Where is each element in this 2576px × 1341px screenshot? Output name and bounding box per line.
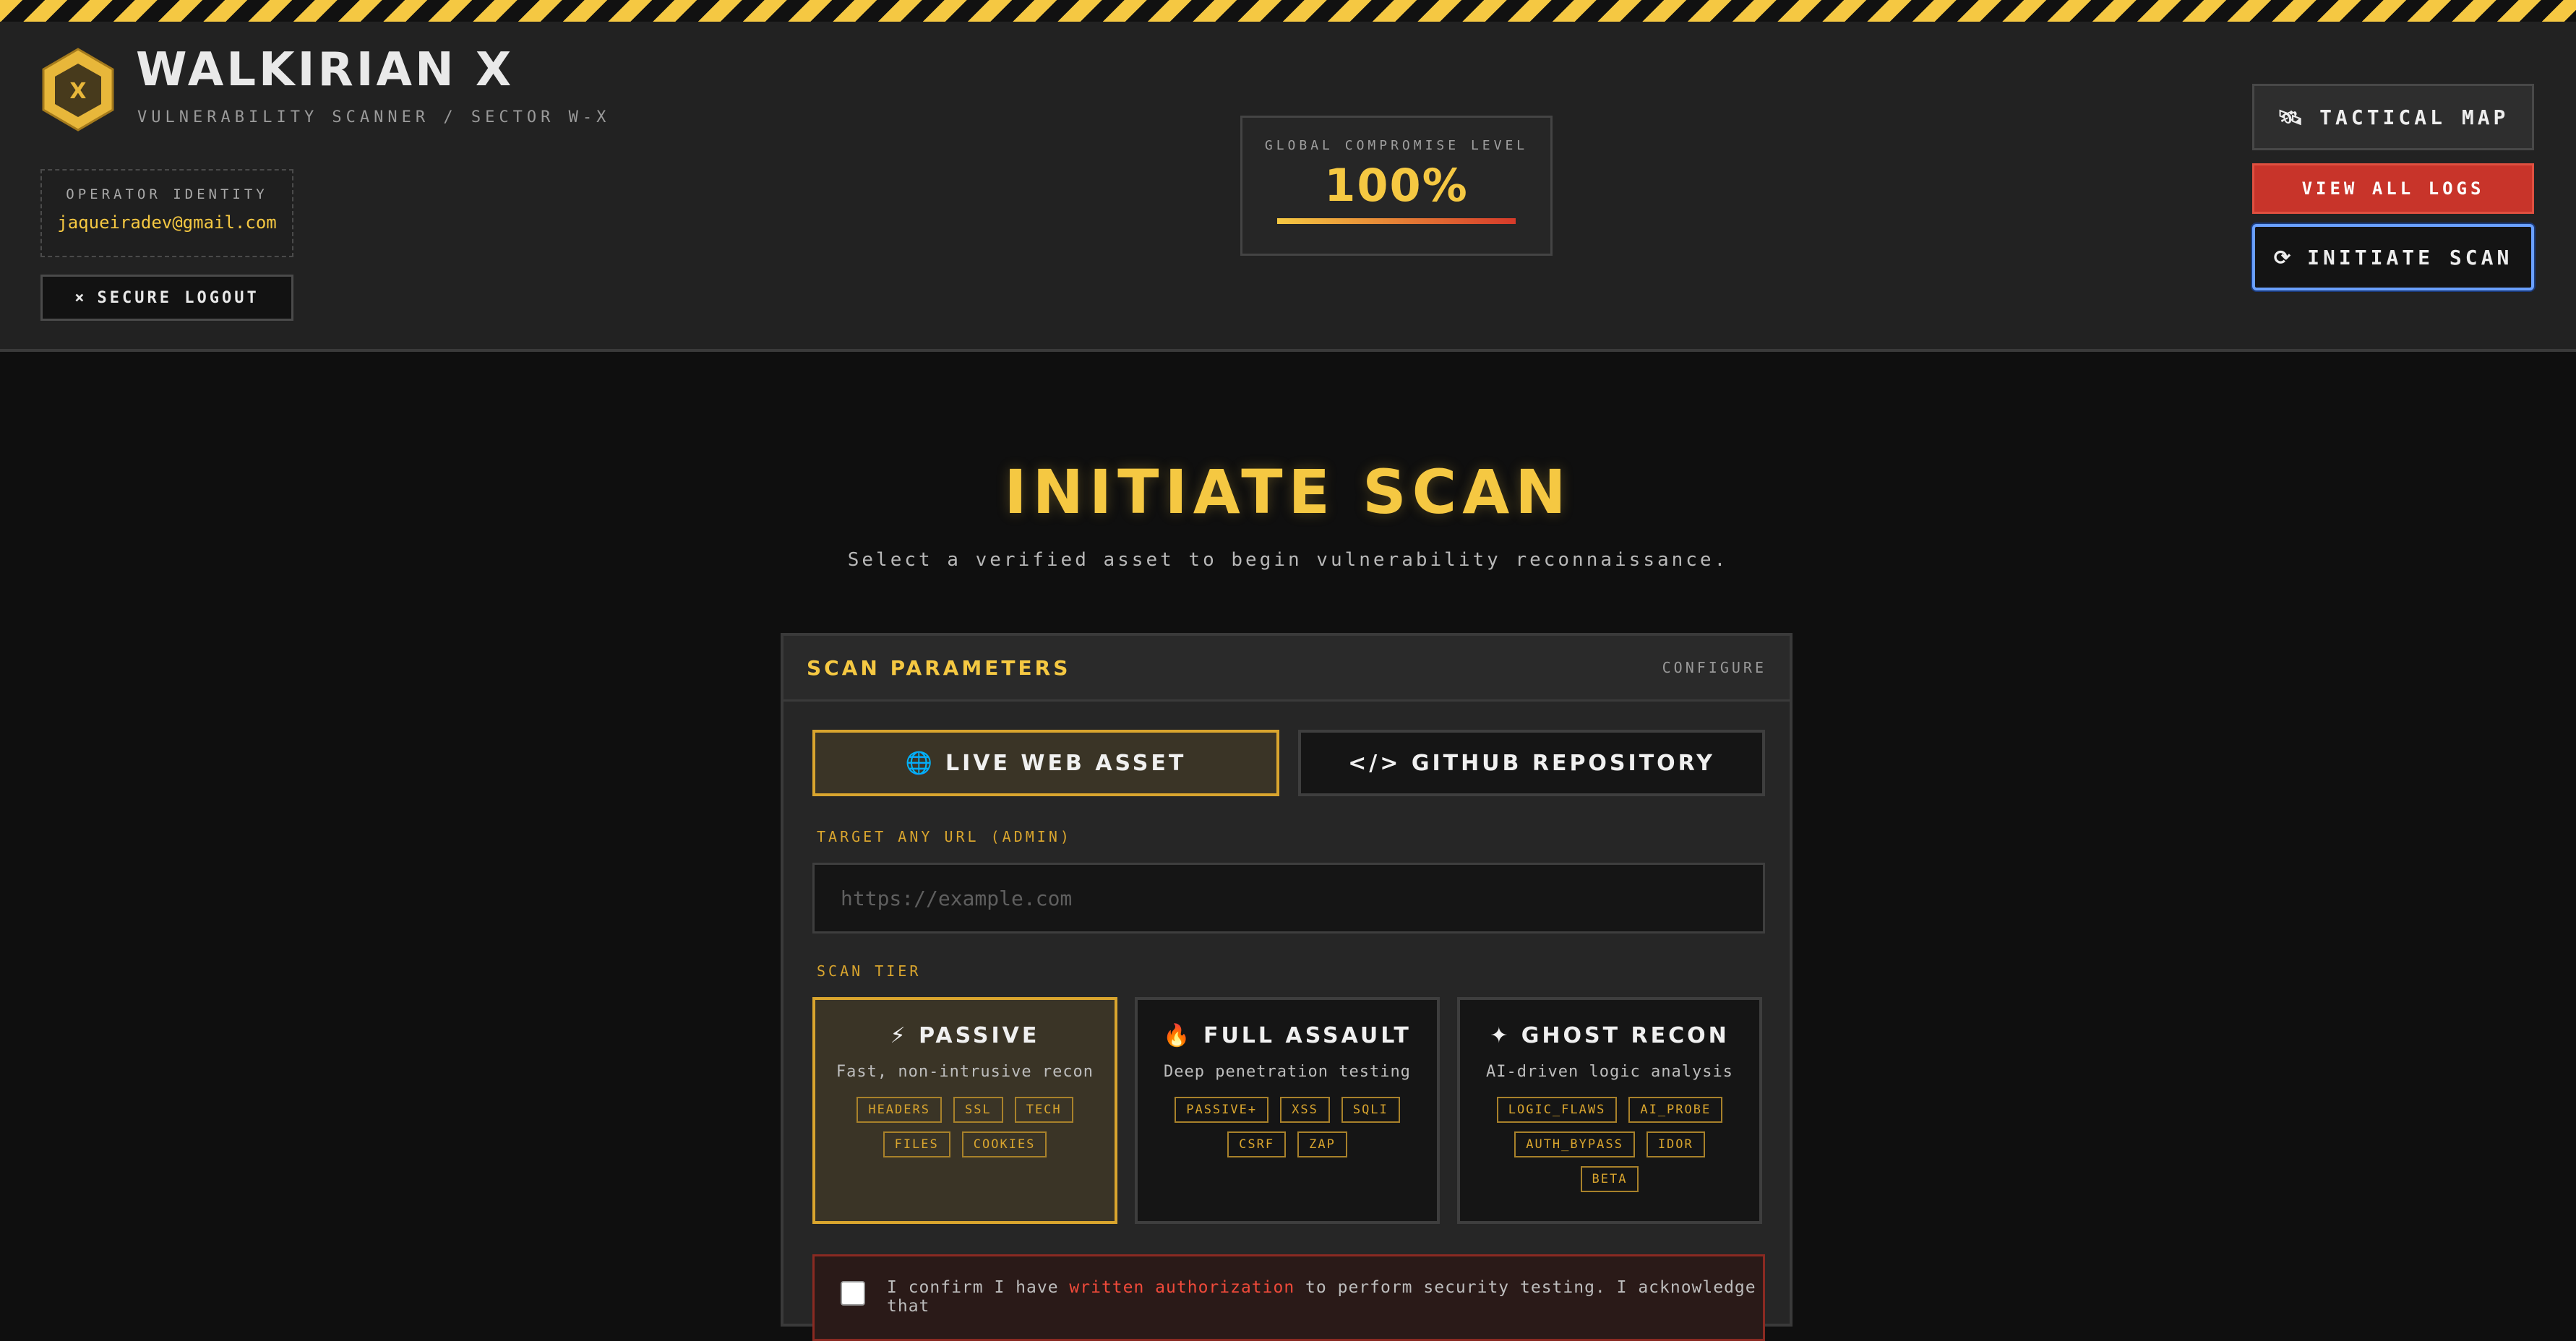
tier-tag: FILES <box>883 1131 950 1157</box>
panel-title: SCAN PARAMETERS <box>807 655 1071 680</box>
operator-identity-box: OPERATOR IDENTITY jaqueiradev@gmail.com <box>40 169 293 257</box>
tier-tag: PASSIVE+ <box>1175 1097 1269 1123</box>
scan-parameters-panel: SCAN PARAMETERS CONFIGURE 🌐 LIVE WEB ASS… <box>781 633 1793 1341</box>
tier-tag: BETA <box>1580 1166 1639 1192</box>
initiate-scan-button[interactable]: ⟳ INITIATE SCAN <box>2252 224 2534 290</box>
tier-tag: LOGIC_FLAWS <box>1496 1097 1618 1123</box>
page-title: INITIATE SCAN <box>1004 457 1572 527</box>
tier-name-text: PASSIVE <box>919 1023 1040 1048</box>
tier-tag: ZAP <box>1297 1131 1347 1157</box>
scan-tier-label: SCAN TIER <box>817 962 922 980</box>
brand-subtitle: VULNERABILITY SCANNER / SECTOR W-X <box>137 108 611 126</box>
tier-tag: SQLI <box>1341 1097 1400 1123</box>
tier-description: Fast, non-intrusive recon <box>836 1063 1094 1081</box>
tier-card-full-assault[interactable]: 🔥 FULL ASSAULT Deep penetration testing … <box>1135 997 1440 1224</box>
svg-text:X: X <box>69 79 86 104</box>
tier-tag: AI_PROBE <box>1628 1097 1723 1123</box>
tier-tags: HEADERS SSL TECH FILES COOKIES <box>835 1097 1095 1157</box>
tier-tag: TECH <box>1014 1097 1073 1123</box>
initiate-scan-label: INITIATE SCAN <box>2307 245 2513 270</box>
refresh-icon: ⟳ <box>2273 245 2295 270</box>
written-authorization-link[interactable]: written authorization <box>1069 1278 1295 1297</box>
tier-description: Deep penetration testing <box>1164 1063 1411 1081</box>
tier-tag: IDOR <box>1646 1131 1705 1157</box>
tier-tag: SSL <box>953 1097 1003 1123</box>
tab-live-web-asset-label: LIVE WEB ASSET <box>945 750 1187 776</box>
secure-logout-button[interactable]: × SECURE LOGOUT <box>40 275 293 321</box>
globe-icon: 🌐 <box>905 750 935 776</box>
tier-name: ⚡ PASSIVE <box>815 1023 1115 1048</box>
compromise-value: 100% <box>1324 159 1469 212</box>
sparkle-icon: ✦ <box>1490 1023 1511 1048</box>
tier-tags: PASSIVE+ XSS SQLI CSRF ZAP <box>1157 1097 1417 1157</box>
hazard-stripe <box>0 0 2576 22</box>
tier-tag: COOKIES <box>961 1131 1047 1157</box>
tier-tag: XSS <box>1280 1097 1330 1123</box>
target-url-label: TARGET ANY URL (ADMIN) <box>817 828 1072 845</box>
tier-name-text: GHOST RECON <box>1521 1023 1730 1048</box>
top-header: X WALKIRIAN X VULNERABILITY SCANNER / SE… <box>0 22 2576 352</box>
tier-name-text: FULL ASSAULT <box>1203 1023 1412 1048</box>
tab-github-repository[interactable]: </> GITHUB REPOSITORY <box>1298 730 1765 796</box>
compromise-label: GLOBAL COMPROMISE LEVEL <box>1264 138 1529 153</box>
confirm-prefix: I confirm I have <box>887 1278 1070 1297</box>
authorization-confirm: I confirm I have written authorization t… <box>812 1254 1765 1341</box>
satellite-icon: 🛰 <box>2277 105 2307 129</box>
secure-logout-label: SECURE LOGOUT <box>97 288 259 307</box>
lightning-icon: ⚡ <box>890 1023 909 1048</box>
brand-title: WALKIRIAN X <box>136 43 515 97</box>
tier-name: ✦ GHOST RECON <box>1460 1023 1759 1048</box>
page-subtitle: Select a verified asset to begin vulnera… <box>847 549 1729 571</box>
tactical-map-button[interactable]: 🛰 TACTICAL MAP <box>2252 84 2534 150</box>
tier-name: 🔥 FULL ASSAULT <box>1138 1023 1437 1048</box>
fire-icon: 🔥 <box>1163 1023 1193 1048</box>
target-url-input[interactable] <box>812 863 1765 933</box>
operator-label: OPERATOR IDENTITY <box>66 186 268 202</box>
shield-logo-icon: X <box>42 48 114 131</box>
operator-email: jaqueiradev@gmail.com <box>57 212 277 233</box>
authorization-text: I confirm I have written authorization t… <box>887 1278 1763 1316</box>
view-all-logs-button[interactable]: VIEW ALL LOGS <box>2252 163 2534 214</box>
compromise-bar-fill <box>1277 218 1516 224</box>
tier-tag: HEADERS <box>856 1097 942 1123</box>
tab-live-web-asset[interactable]: 🌐 LIVE WEB ASSET <box>812 730 1279 796</box>
configure-link[interactable]: CONFIGURE <box>1662 659 1766 676</box>
panel-header: SCAN PARAMETERS CONFIGURE <box>783 636 1790 702</box>
authorization-checkbox[interactable] <box>841 1281 865 1306</box>
tier-card-ghost-recon[interactable]: ✦ GHOST RECON AI-driven logic analysis L… <box>1457 997 1762 1224</box>
global-compromise-level: GLOBAL COMPROMISE LEVEL 100% <box>1240 116 1553 256</box>
tier-card-passive[interactable]: ⚡ PASSIVE Fast, non-intrusive recon HEAD… <box>812 997 1117 1224</box>
tier-tag: AUTH_BYPASS <box>1514 1131 1635 1157</box>
tier-tags: LOGIC_FLAWS AI_PROBE AUTH_BYPASS IDOR BE… <box>1490 1097 1729 1192</box>
close-icon: × <box>74 288 87 307</box>
tier-tag: CSRF <box>1227 1131 1287 1157</box>
tier-description: AI-driven logic analysis <box>1486 1063 1733 1081</box>
tactical-map-label: TACTICAL MAP <box>2319 105 2510 129</box>
compromise-bar <box>1277 218 1516 224</box>
